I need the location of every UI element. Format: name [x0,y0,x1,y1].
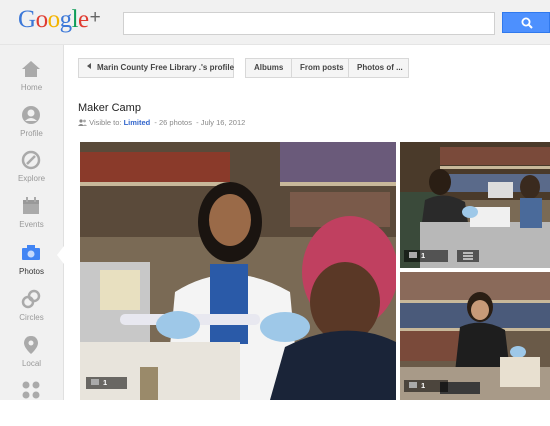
explore-icon [21,150,41,170]
album-meta: Visible to: Limited - 26 photos - July 1… [78,118,245,127]
sidebar-item-label: Events [19,220,44,229]
comment-count: 1 [421,251,426,260]
photos-icon [22,245,40,260]
back-to-profile-button[interactable]: Marin County Free Library .'s profile [78,58,234,78]
sidebar-item-label: Local [21,359,42,368]
sidebar: Home Profile Explore Events Photos Circl… [0,45,64,400]
photo-tile[interactable]: 1 [80,142,396,400]
comment-count: 1 [421,381,426,390]
sidebar-item-local[interactable]: Local [0,335,63,381]
back-arrow-icon [87,63,91,69]
search-icon [521,17,533,29]
tab-photos-of-label: Photos of ... [357,63,403,72]
photo-tile[interactable]: 1 [400,272,550,400]
caption-badge[interactable] [457,250,479,262]
sidebar-item-more[interactable] [0,380,63,426]
comment-count-badge[interactable]: 1 [404,380,448,392]
local-icon [24,336,38,354]
tab-albums[interactable]: Albums [245,58,292,78]
sidebar-item-label: Circles [19,313,44,322]
more-icon [22,381,40,399]
sidebar-item-photos[interactable]: Photos [0,243,63,289]
album-title: Maker Camp [78,102,141,114]
profile-icon [22,106,40,124]
photo-count: 26 photos [159,118,192,127]
events-icon [23,197,39,214]
comment-count-badge[interactable]: 1 [86,377,127,389]
back-button-label: Marin County Free Library .'s profile [97,63,235,72]
comment-icon [91,379,99,385]
sidebar-item-label: Photos [19,267,44,276]
sidebar-item-label: Profile [20,129,43,138]
album-date: July 16, 2012 [200,118,246,127]
comment-count-badge[interactable]: 1 [404,250,448,262]
main-content: Marin County Free Library .'s profile Al… [64,45,550,400]
sidebar-item-label: Home [20,83,43,92]
tab-albums-label: Albums [254,63,284,72]
comment-icon [409,382,417,388]
visibility-prefix: Visible to: [89,118,122,127]
sidebar-item-explore[interactable]: Explore [0,150,63,196]
circles-icon [21,289,41,309]
tab-from-posts-label: From posts [300,63,344,72]
sidebar-item-circles[interactable]: Circles [0,289,63,335]
caption-icon [463,252,473,260]
visibility-link[interactable]: Limited [124,118,151,127]
tab-from-posts[interactable]: From posts [291,58,349,78]
comment-count: 1 [103,378,108,387]
search-input[interactable] [123,12,495,35]
google-plus-logo[interactable]: Google+ [18,6,101,34]
sidebar-item-label: Explore [17,174,46,183]
sidebar-item-events[interactable]: Events [0,196,63,242]
photo-tile[interactable]: 1 [400,142,550,268]
sidebar-item-home[interactable]: Home [0,59,63,105]
sidebar-item-profile[interactable]: Profile [0,105,63,151]
top-bar: Google+ [0,0,550,45]
tab-photos-of[interactable]: Photos of ... [348,58,409,78]
comment-icon [409,252,417,258]
home-icon [22,61,40,77]
photo-image [80,142,396,400]
people-icon [78,119,87,126]
search-button[interactable] [502,12,550,33]
active-nav-pointer [57,246,64,264]
